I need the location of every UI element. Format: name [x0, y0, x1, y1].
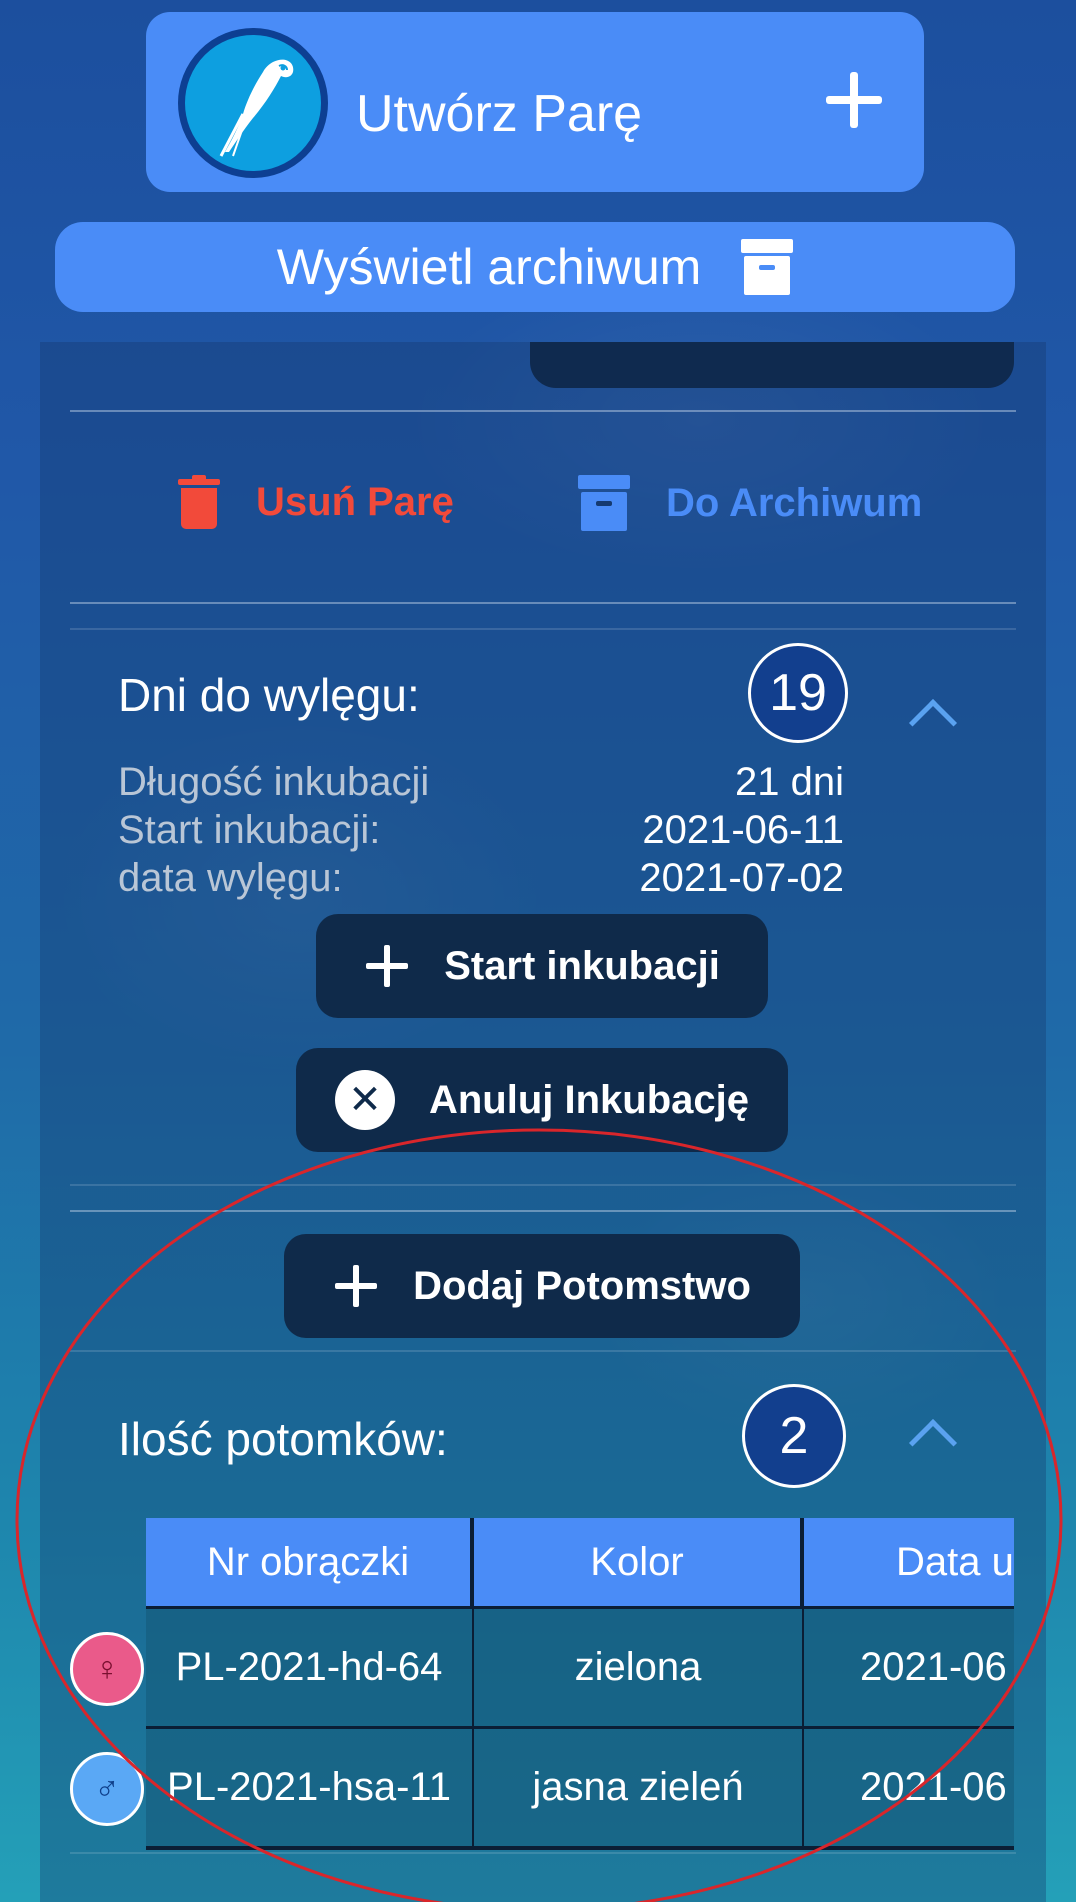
color-cell: jasna zieleń [474, 1729, 804, 1846]
offspring-table: Nr obrączki Kolor Data u PL-2021-hd-64 z… [146, 1518, 1014, 1850]
days-left-badge: 19 [748, 643, 848, 743]
start-incubation-label: Start inkubacji [444, 943, 720, 988]
divider [70, 602, 1016, 604]
delete-pair-label: Usuń Parę [256, 479, 454, 524]
move-to-archive-label: Do Archiwum [666, 480, 923, 525]
plus-icon [333, 1263, 379, 1309]
column-header-color[interactable]: Kolor [474, 1518, 804, 1606]
table-bottom-border [146, 1846, 1014, 1850]
divider [70, 1852, 1016, 1854]
add-offspring-label: Dodaj Potomstwo [413, 1263, 751, 1308]
divider [70, 410, 1016, 412]
collapsed-panel-edge [530, 342, 1014, 388]
delete-pair-button[interactable]: Usuń Parę [178, 475, 454, 529]
pair-actions: Usuń Parę Do Archiwum [0, 475, 1076, 545]
start-incubation-button[interactable]: Start inkubacji [316, 914, 768, 1018]
table-header: Nr obrączki Kolor Data u [146, 1518, 1014, 1606]
column-header-date[interactable]: Data u [804, 1518, 1014, 1606]
table-row[interactable]: PL-2021-hd-64 zielona 2021-06 [146, 1606, 1014, 1726]
incubation-title: Dni do wylęgu: [118, 669, 420, 721]
table-row[interactable]: PL-2021-hsa-11 jasna zieleń 2021-06 [146, 1726, 1014, 1846]
date-cell: 2021-06 [804, 1729, 1014, 1846]
hatch-date-value: 2021-07-02 [639, 856, 844, 900]
divider [70, 1184, 1016, 1186]
create-pair-label: Utwórz Parę [356, 85, 643, 143]
archive-box-icon [578, 475, 630, 531]
male-icon: ♂ [70, 1752, 144, 1826]
offspring-count-badge: 2 [742, 1384, 846, 1488]
female-icon: ♀ [70, 1632, 144, 1706]
incubation-start-value: 2021-06-11 [642, 808, 844, 852]
close-circle-icon: ✕ [334, 1070, 395, 1130]
view-archive-label: Wyświetl archiwum [276, 239, 702, 295]
trash-icon [178, 475, 220, 529]
ring-number-cell: PL-2021-hd-64 [146, 1609, 474, 1726]
parrot-logo-icon [178, 28, 328, 178]
divider [70, 1210, 1016, 1212]
offspring-count-title: Ilość potomków: [118, 1413, 448, 1465]
ring-number-cell: PL-2021-hsa-11 [146, 1729, 474, 1846]
incubation-start-label: Start inkubacji: [118, 808, 381, 852]
add-offspring-button[interactable]: Dodaj Potomstwo [284, 1234, 800, 1338]
cancel-incubation-button[interactable]: ✕ Anuluj Inkubację [296, 1048, 788, 1152]
view-archive-button[interactable]: Wyświetl archiwum [55, 222, 1015, 312]
plus-icon [364, 943, 410, 989]
archive-box-icon [741, 239, 794, 295]
create-pair-button[interactable]: Utwórz Parę [146, 12, 924, 192]
hatch-date-label: data wylęgu: [118, 856, 343, 900]
color-cell: zielona [474, 1609, 804, 1726]
divider [70, 628, 1016, 630]
plus-icon [822, 68, 886, 132]
incubation-length-label: Długość inkubacji [118, 760, 430, 804]
cancel-incubation-label: Anuluj Inkubację [428, 1077, 750, 1122]
divider [70, 1350, 1016, 1352]
move-to-archive-button[interactable]: Do Archiwum [578, 475, 922, 531]
incubation-length-value: 21 dni [735, 760, 844, 804]
date-cell: 2021-06 [804, 1609, 1014, 1726]
column-header-ring[interactable]: Nr obrączki [146, 1518, 474, 1606]
